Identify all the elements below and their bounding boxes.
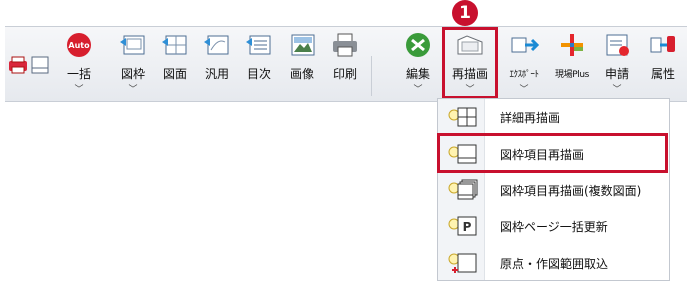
chevron-down-icon[interactable]: ﹀	[598, 82, 636, 95]
menu-item-page-batch-update[interactable]: P 図枠ページ一括更新	[438, 208, 669, 244]
auto-icon: Auto	[64, 32, 94, 58]
svg-text:P: P	[463, 220, 472, 234]
batch-button[interactable]: Auto 一括 ﹀	[60, 28, 98, 98]
drawing-label: 図面	[162, 67, 187, 81]
index-icon	[244, 32, 274, 58]
origin-import-icon	[448, 252, 478, 274]
step-badge: 1	[452, 0, 478, 26]
drawing-button[interactable]: 図面	[156, 28, 194, 98]
multi-frame-redraw-icon	[448, 179, 478, 201]
page-batch-update-icon: P	[448, 215, 478, 237]
index-button[interactable]: 目次	[240, 28, 278, 98]
menu-item-label: 詳細再描画	[500, 111, 561, 125]
edit-label: 編集	[405, 67, 430, 81]
redraw-dropdown-menu: 詳細再描画 図枠項目再描画 図枠項目再描画(複数図面) P 図枠ページ一括更新 …	[437, 98, 670, 281]
frame-item-redraw-icon	[448, 143, 478, 165]
detail-redraw-icon	[448, 106, 478, 128]
menu-item-multi-frame-redraw[interactable]: 図枠項目再描画(複数図面)	[438, 172, 669, 208]
batch-label: 一括	[66, 67, 91, 81]
attribute-label: 属性	[650, 67, 675, 81]
menu-item-label: 図枠ページ一括更新	[500, 220, 608, 234]
generic-icon	[202, 32, 232, 58]
menu-item-detail-redraw[interactable]: 詳細再描画	[438, 99, 669, 135]
menu-item-label: 原点・作図範囲取込	[500, 257, 609, 271]
export-label: ｴｸｽﾎﾟｰﾄ	[509, 70, 539, 80]
genba-plus-button[interactable]: 現場Plus	[550, 28, 594, 98]
export-icon	[509, 32, 540, 58]
menu-item-origin-import[interactable]: 原点・作図範囲取込	[438, 245, 669, 281]
menu-item-label: 図枠項目再描画(複数図面)	[500, 184, 642, 198]
chevron-down-icon[interactable]: ﹀	[114, 82, 152, 95]
image-icon	[287, 32, 317, 58]
chevron-down-icon[interactable]: ﹀	[444, 82, 496, 95]
application-label: 申請	[604, 67, 629, 81]
menu-item-frame-item-redraw[interactable]: 図枠項目再描画	[438, 136, 669, 172]
toolbar-separator	[371, 56, 372, 96]
image-label: 画像	[289, 67, 314, 81]
chevron-down-icon[interactable]: ﹀	[60, 82, 98, 95]
chevron-down-icon[interactable]: ﹀	[399, 82, 437, 95]
svg-text:Auto: Auto	[68, 41, 90, 50]
image-button[interactable]: 画像	[283, 28, 321, 98]
redraw-label: 再描画	[451, 67, 488, 81]
edit-tools-icon	[403, 32, 433, 58]
chevron-down-icon[interactable]: ﹀	[502, 82, 546, 95]
genba-plus-icon	[557, 32, 587, 58]
frame-button[interactable]: 図枠 ﹀	[114, 28, 152, 98]
generic-label: 汎用	[204, 67, 229, 81]
print-preview-icon[interactable]	[8, 55, 28, 75]
print-button[interactable]: 印刷	[326, 28, 364, 98]
redraw-icon	[455, 32, 485, 58]
attribute-button[interactable]: 属性	[644, 28, 682, 98]
frame-icon	[118, 32, 148, 58]
application-icon	[602, 32, 632, 58]
menu-item-label: 図枠項目再描画	[500, 148, 585, 162]
print-label: 印刷	[332, 67, 357, 81]
genba-plus-label: 現場Plus	[555, 70, 589, 80]
index-label: 目次	[246, 67, 271, 81]
drawing-icon	[160, 32, 190, 58]
redraw-button[interactable]: 再描画 ﹀	[444, 28, 496, 98]
attribute-icon	[648, 32, 678, 58]
application-button[interactable]: 申請 ﹀	[598, 28, 636, 98]
frame-label: 図枠	[120, 67, 145, 81]
generic-button[interactable]: 汎用	[198, 28, 236, 98]
edit-button[interactable]: 編集 ﹀	[399, 28, 437, 98]
export-button[interactable]: ｴｸｽﾎﾟｰﾄ ﹀	[502, 28, 546, 98]
layout-view-icon[interactable]	[31, 56, 49, 74]
printer-icon	[330, 32, 360, 58]
